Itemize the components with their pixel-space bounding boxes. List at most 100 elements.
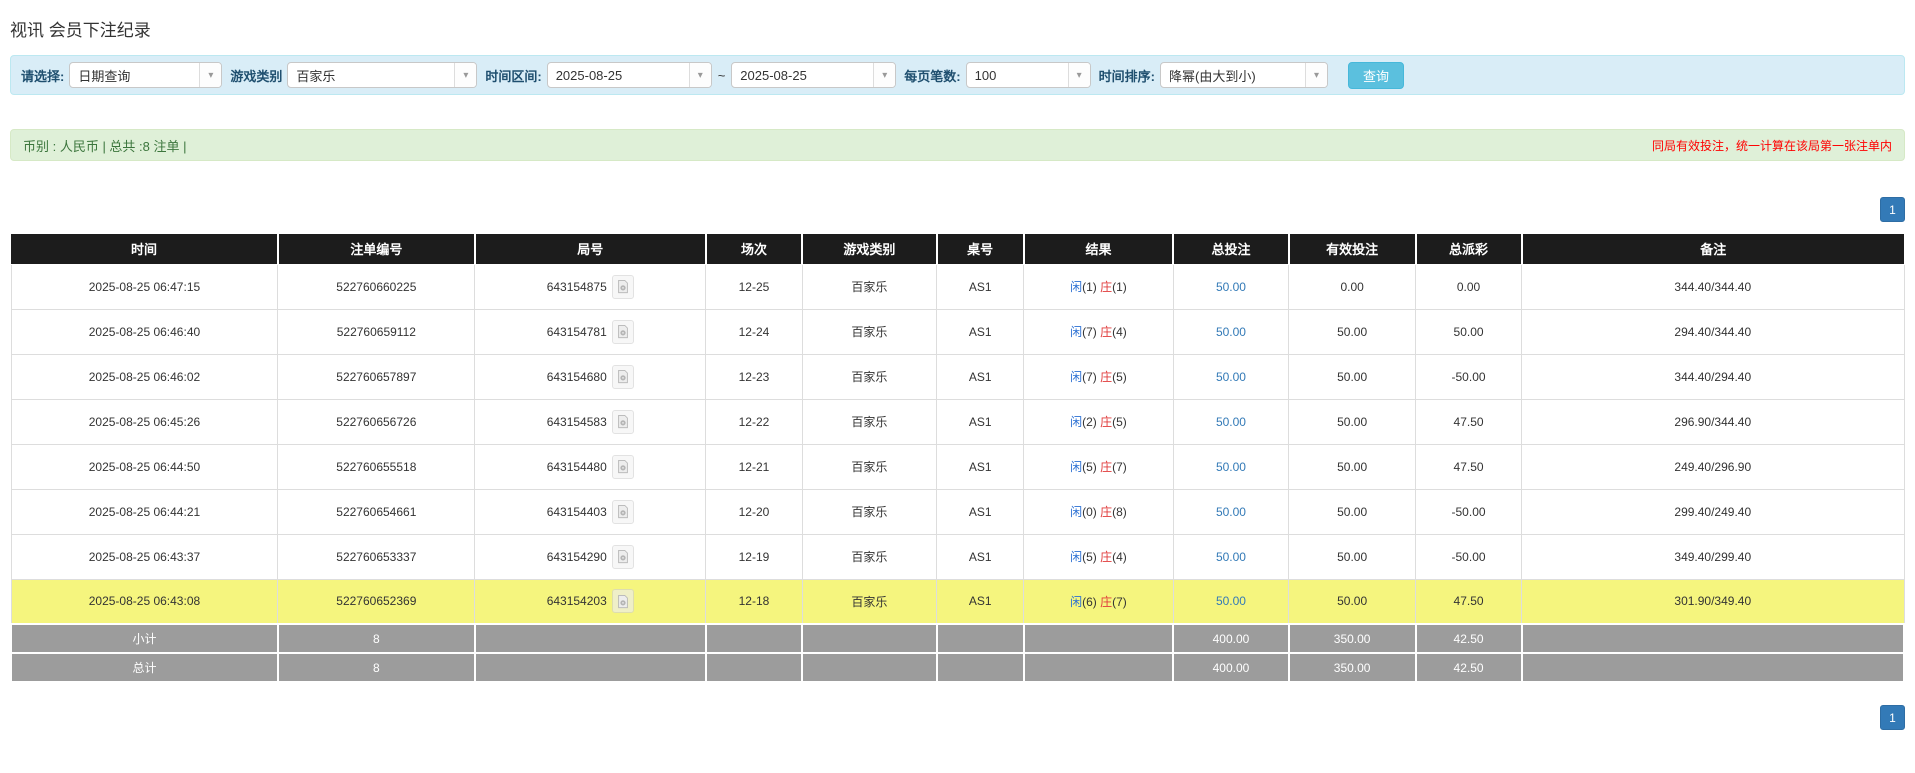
date-to-select[interactable]: 2025-08-25 ▾ [731, 62, 896, 88]
cell-table-no: AS1 [937, 399, 1024, 444]
col-header-time: 时间 [11, 234, 278, 264]
cell-time: 2025-08-25 06:43:08 [11, 579, 278, 624]
result-banker-score: (7) [1112, 595, 1127, 609]
cell-result: 闲(5) 庄(7) [1024, 444, 1174, 489]
total-bet-link[interactable]: 50.00 [1216, 550, 1246, 564]
cell-valid-bet: 50.00 [1289, 444, 1416, 489]
total-valid-bet: 350.00 [1289, 653, 1416, 682]
chevron-down-icon[interactable]: ▾ [873, 63, 895, 87]
video-replay-button[interactable] [612, 545, 634, 569]
cell-note: 301.90/349.40 [1522, 579, 1904, 624]
round-id-text: 643154203 [547, 594, 607, 608]
round-id-text: 643154403 [547, 505, 607, 519]
cell-total-bet: 50.00 [1173, 579, 1288, 624]
col-header-session: 场次 [706, 234, 803, 264]
select-mode-label: 请选择: [21, 66, 64, 85]
col-header-game-type: 游戏类别 [802, 234, 936, 264]
video-replay-icon [616, 369, 630, 384]
cell-payout: 47.50 [1416, 579, 1522, 624]
cell-payout: 47.50 [1416, 399, 1522, 444]
cell-game-type: 百家乐 [802, 354, 936, 399]
col-header-valid-bet: 有效投注 [1289, 234, 1416, 264]
game-type-select[interactable]: 百家乐 ▾ [287, 62, 477, 88]
total-bet-link[interactable]: 50.00 [1216, 460, 1246, 474]
result-banker-label: 庄 [1100, 280, 1112, 294]
col-header-result: 结果 [1024, 234, 1174, 264]
cell-time: 2025-08-25 06:43:37 [11, 534, 278, 579]
cell-valid-bet: 50.00 [1289, 489, 1416, 534]
search-button[interactable]: 查询 [1348, 62, 1404, 89]
total-bet-link[interactable]: 50.00 [1216, 594, 1246, 608]
cell-round-id: 643154875 [475, 264, 706, 309]
video-replay-button[interactable] [612, 410, 634, 434]
page-1-button[interactable]: 1 [1880, 705, 1905, 730]
filter-bar: 请选择: 日期查询 ▾ 游戏类别 百家乐 ▾ 时间区间: 2025-08-25 … [10, 55, 1905, 95]
round-id-text: 643154781 [547, 325, 607, 339]
video-replay-button[interactable] [612, 365, 634, 389]
cell-session: 12-25 [706, 264, 803, 309]
total-bet-link[interactable]: 50.00 [1216, 370, 1246, 384]
total-bet-link[interactable]: 50.00 [1216, 415, 1246, 429]
table-row: 2025-08-25 06:43:37522760653337643154290… [11, 534, 1904, 579]
page-content: 视讯 会员下注纪录 请选择: 日期查询 ▾ 游戏类别 百家乐 ▾ 时间区间: 2… [10, 16, 1905, 730]
cell-round-id: 643154781 [475, 309, 706, 354]
sort-order-select[interactable]: 降幂(由大到小) ▾ [1160, 62, 1328, 88]
chevron-down-icon[interactable]: ▾ [454, 63, 476, 87]
game-type-value: 百家乐 [288, 63, 454, 87]
chevron-down-icon[interactable]: ▾ [199, 63, 221, 87]
video-replay-icon [616, 459, 630, 474]
chevron-down-icon[interactable]: ▾ [1305, 63, 1327, 87]
chevron-down-icon[interactable]: ▾ [689, 63, 711, 87]
cell-result: 闲(2) 庄(5) [1024, 399, 1174, 444]
round-id-wrap: 643154403 [547, 500, 634, 524]
result-banker-label: 庄 [1100, 550, 1112, 564]
cell-table-no: AS1 [937, 534, 1024, 579]
cell-result: 闲(7) 庄(4) [1024, 309, 1174, 354]
result-player-score: (2) [1082, 415, 1100, 429]
total-bet-link[interactable]: 50.00 [1216, 325, 1246, 339]
cell-payout: 50.00 [1416, 309, 1522, 354]
col-header-payout: 总派彩 [1416, 234, 1522, 264]
video-replay-button[interactable] [612, 320, 634, 344]
video-replay-icon [616, 594, 630, 609]
cell-note: 249.40/296.90 [1522, 444, 1904, 489]
page-size-select[interactable]: 100 ▾ [966, 62, 1091, 88]
result-player-label: 闲 [1070, 505, 1082, 519]
subtotal-valid-bet: 350.00 [1289, 624, 1416, 653]
video-replay-button[interactable] [612, 500, 634, 524]
total-bet-link[interactable]: 50.00 [1216, 505, 1246, 519]
cell-note: 294.40/344.40 [1522, 309, 1904, 354]
cell-note: 344.40/294.40 [1522, 354, 1904, 399]
cell-table-no: AS1 [937, 264, 1024, 309]
round-id-wrap: 643154290 [547, 545, 634, 569]
video-replay-button[interactable] [612, 589, 634, 613]
query-mode-select[interactable]: 日期查询 ▾ [69, 62, 222, 88]
cell-session: 12-20 [706, 489, 803, 534]
cell-payout: 47.50 [1416, 444, 1522, 489]
result-player-label: 闲 [1070, 415, 1082, 429]
cell-result: 闲(1) 庄(1) [1024, 264, 1174, 309]
page-1-button[interactable]: 1 [1880, 197, 1905, 222]
cell-valid-bet: 50.00 [1289, 309, 1416, 354]
table-header-row: 时间 注单编号 局号 场次 游戏类别 桌号 结果 总投注 有效投注 总派彩 备注 [11, 234, 1904, 264]
page-title: 视讯 会员下注纪录 [10, 16, 1905, 41]
cell-bet-id: 522760655518 [278, 444, 475, 489]
cell-table-no: AS1 [937, 354, 1024, 399]
cell-payout: 0.00 [1416, 264, 1522, 309]
cell-total-bet: 50.00 [1173, 489, 1288, 534]
result-banker-score: (4) [1112, 325, 1127, 339]
col-header-total-bet: 总投注 [1173, 234, 1288, 264]
table-row: 2025-08-25 06:44:50522760655518643154480… [11, 444, 1904, 489]
video-replay-button[interactable] [612, 455, 634, 479]
date-from-select[interactable]: 2025-08-25 ▾ [547, 62, 712, 88]
result-player-label: 闲 [1070, 280, 1082, 294]
result-banker-label: 庄 [1100, 415, 1112, 429]
total-bet-link[interactable]: 50.00 [1216, 280, 1246, 294]
chevron-down-icon[interactable]: ▾ [1068, 63, 1090, 87]
video-replay-icon [616, 549, 630, 564]
subtotal-label: 小计 [11, 624, 278, 653]
cell-round-id: 643154403 [475, 489, 706, 534]
page-size-label: 每页笔数: [904, 66, 960, 85]
total-payout: 42.50 [1416, 653, 1522, 682]
video-replay-button[interactable] [612, 275, 634, 299]
